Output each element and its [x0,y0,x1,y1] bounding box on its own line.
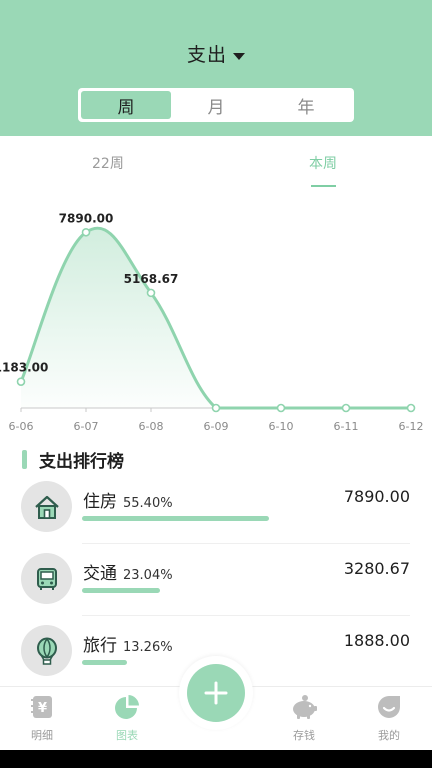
ranking-item-label: 交通 23.04% [83,564,173,584]
chart-data-point[interactable] [406,403,416,413]
nav-label: 图表 [116,729,138,742]
x-tick-label: 6-10 [269,420,294,433]
segment-year[interactable]: 年 [261,91,351,119]
chart-data-label: 1183.00 [0,361,48,375]
profile-icon [375,693,403,721]
ranking-progress-bar [82,588,160,593]
ranking-item-label: 住房 55.40% [83,492,173,512]
x-tick-label: 6-09 [204,420,229,433]
add-record-button[interactable] [187,664,245,722]
system-navigation-bar [0,750,432,768]
ranking-item-amount: 1888.00 [343,631,410,650]
nav-item-profile[interactable]: 我的 [359,693,419,743]
hot-air-balloon-icon [21,625,72,676]
svg-text:¥: ¥ [38,701,47,716]
chart-data-point[interactable] [146,288,156,298]
ranking-progress-bar [82,516,269,521]
page-title[interactable]: 支出 [187,44,227,66]
ranking-item-transport[interactable]: 交通 23.04% 3280.67 [0,553,432,625]
x-tick-label: 6-07 [74,420,99,433]
x-tick-label: 6-08 [139,420,164,433]
expense-line-chart: 6-06 1183.00 6-07 7890.00 6-08 5168.67 6-09 6-1… [0,211,424,433]
chart-data-label: 5168.67 [124,272,179,286]
divider [82,615,410,616]
segment-month[interactable]: 月 [171,91,261,119]
bus-icon [21,553,72,604]
x-tick-label: 6-11 [334,420,359,433]
divider [82,543,410,544]
section-marker [22,449,27,469]
nav-item-charts[interactable]: 图表 [97,693,157,743]
app-screen: 支出 周 月 年 22周 本周 6-061183.006-077890.006-… [0,0,432,768]
ranking-progress-bar [82,660,127,665]
ranking-item-amount: 3280.67 [343,559,410,578]
chart-area-fill [21,228,411,408]
nav-item-details[interactable]: ¥ 明细 [12,693,72,743]
nav-label: 我的 [378,729,400,742]
chart-data-label: 7890.00 [59,211,114,225]
ranking-item-label: 旅行 13.26% [83,636,173,656]
x-tick-label: 6-12 [399,420,424,433]
ranking-item-amount: 7890.00 [343,487,410,506]
chart-data-point[interactable] [81,227,91,237]
chart-data-point[interactable] [276,403,286,413]
ranking-item-percent: 13.26% [123,640,173,655]
house-icon [21,481,72,532]
ledger-icon: ¥ [28,693,56,721]
nav-label: 明细 [31,729,53,742]
week-tabs: 22周 本周 [0,136,432,192]
piggy-bank-icon [290,693,318,721]
segment-week[interactable]: 周 [81,91,171,119]
chart-data-point[interactable] [16,377,26,386]
ranking-item-percent: 23.04% [123,568,173,583]
header: 支出 周 月 年 [0,0,432,136]
caret-down-icon[interactable] [233,53,245,60]
ranking-item-housing[interactable]: 住房 55.40% 7890.00 [0,481,432,553]
ranking-item-percent: 55.40% [123,496,173,511]
chart-data-point[interactable] [211,403,221,413]
pie-chart-icon [113,693,141,721]
nav-item-savings[interactable]: 存钱 [274,693,334,743]
ranking-title: 支出排行榜 [39,451,124,472]
ranking-header: 支出排行榜 [22,448,124,472]
plus-icon [204,681,228,705]
x-tick-label: 6-06 [9,420,34,433]
period-segmented-control: 周 月 年 [78,88,354,122]
chart-data-point[interactable] [341,403,351,413]
tab-previous-week[interactable]: 22周 [92,153,124,173]
active-tab-underline [311,185,336,187]
type-selector[interactable]: 支出 [0,40,432,67]
nav-label: 存钱 [293,729,315,742]
tab-current-week[interactable]: 本周 [309,153,337,173]
